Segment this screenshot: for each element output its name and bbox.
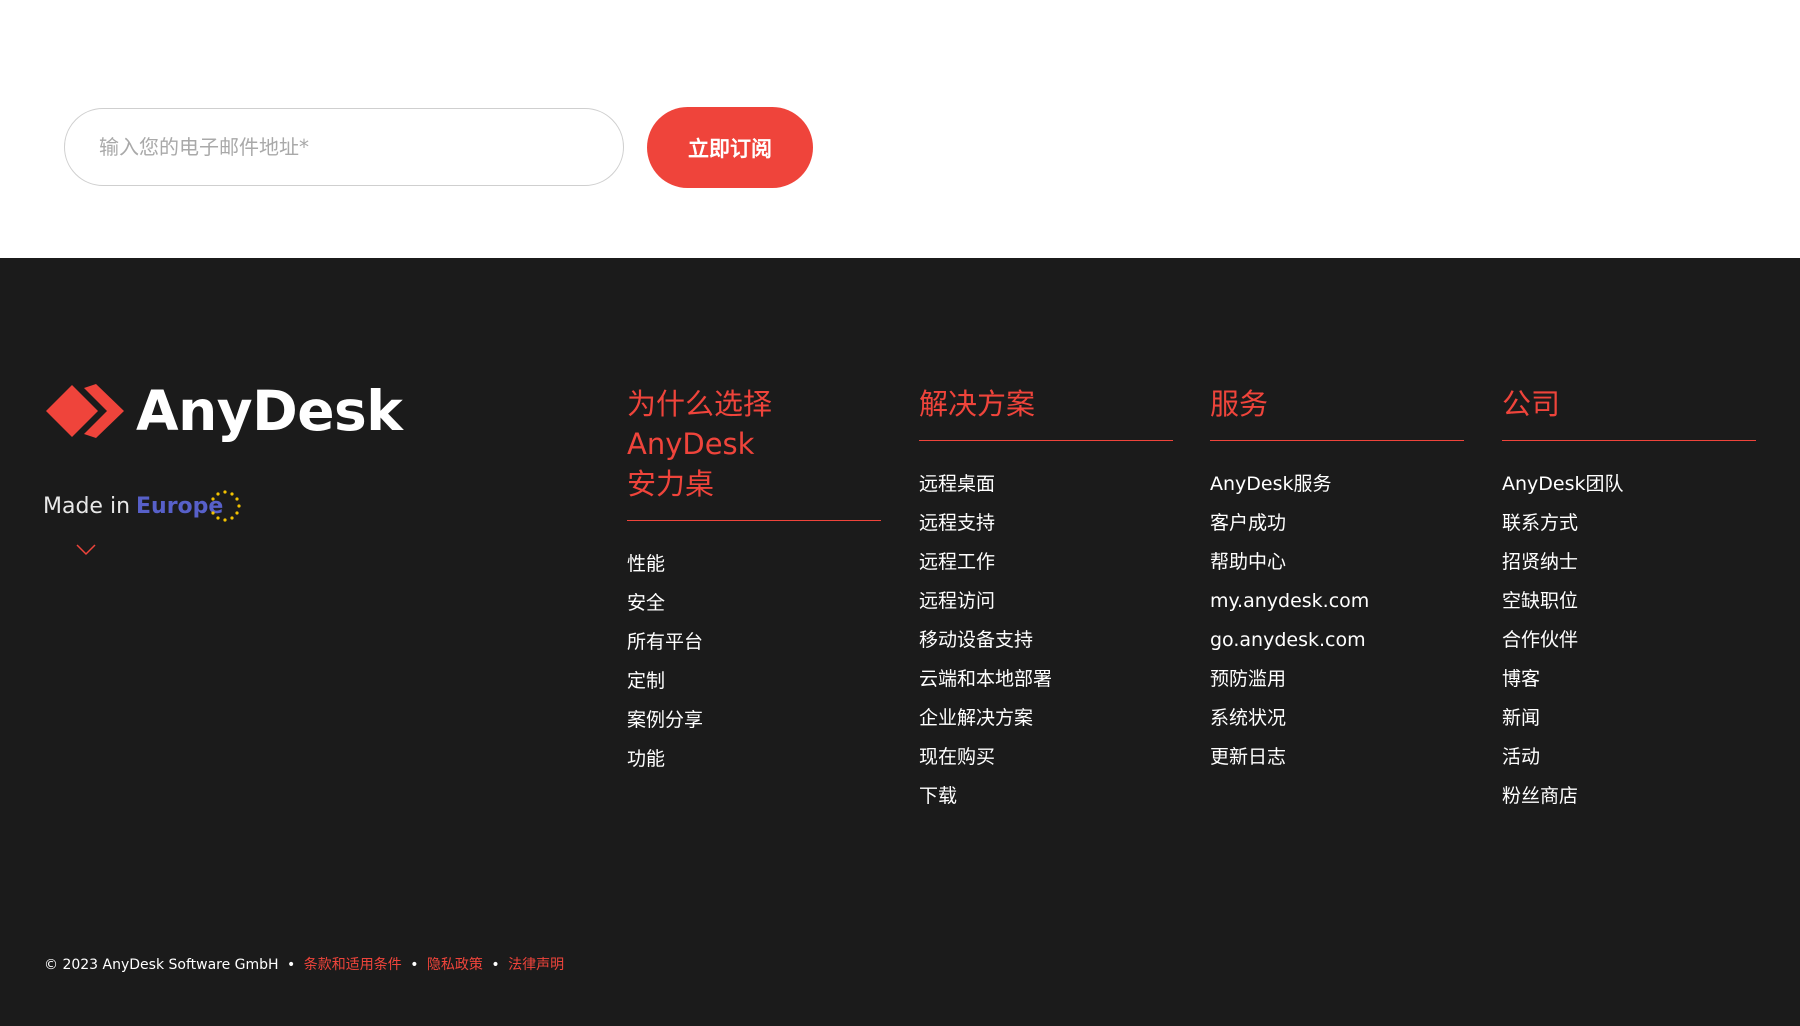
footer-column-services: 服务 AnyDesk服务 客户成功 帮助中心 my.anydesk.com go…	[1210, 384, 1464, 777]
footer-link[interactable]: 远程支持	[919, 504, 1173, 543]
footer-link[interactable]: 帮助中心	[1210, 543, 1464, 582]
footer-link[interactable]: 博客	[1502, 660, 1756, 699]
footer-link[interactable]: AnyDesk服务	[1210, 465, 1464, 504]
footer-link[interactable]: 远程访问	[919, 582, 1173, 621]
eu-stars-icon	[211, 490, 241, 522]
terms-link[interactable]: 条款和适用条件	[304, 957, 402, 973]
footer-link[interactable]: my.anydesk.com	[1210, 582, 1464, 621]
footer-column-why-anydesk: 为什么选择AnyDesk 安力桌 性能 安全 所有平台 定制 案例分享 功能	[627, 384, 881, 779]
anydesk-logo[interactable]: AnyDesk	[44, 379, 403, 443]
page: 立即订阅 AnyDesk Made in Europe	[0, 0, 1800, 1026]
footer-column-company: 公司 AnyDesk团队 联系方式 招贤纳士 空缺职位 合作伙伴 博客 新闻 活…	[1502, 384, 1756, 816]
anydesk-diamond-logo-icon	[46, 384, 124, 438]
column-link-list: 性能 安全 所有平台 定制 案例分享 功能	[627, 545, 881, 779]
legal-bar: © 2023 AnyDesk Software GmbH • 条款和适用条件 •…	[44, 954, 564, 974]
footer-link[interactable]: 客户成功	[1210, 504, 1464, 543]
bullet-separator: •	[410, 957, 419, 973]
footer-link[interactable]: 云端和本地部署	[919, 660, 1173, 699]
footer-link[interactable]: 系统状况	[1210, 699, 1464, 738]
logo-wordmark: AnyDesk	[136, 379, 403, 443]
footer-link[interactable]: 企业解决方案	[919, 699, 1173, 738]
column-title: 解决方案	[919, 384, 1173, 441]
footer-link[interactable]: 下载	[919, 777, 1173, 816]
footer-link[interactable]: AnyDesk团队	[1502, 465, 1756, 504]
footer-link[interactable]: 新闻	[1502, 699, 1756, 738]
footer-link[interactable]: 预防滥用	[1210, 660, 1464, 699]
footer-link[interactable]: 远程工作	[919, 543, 1173, 582]
column-title-line2: 安力桌	[627, 467, 715, 501]
column-link-list: AnyDesk团队 联系方式 招贤纳士 空缺职位 合作伙伴 博客 新闻 活动 粉…	[1502, 465, 1756, 816]
footer-link[interactable]: 招贤纳士	[1502, 543, 1756, 582]
made-in-europe-badge: Made in Europe	[43, 488, 243, 524]
footer-link[interactable]: 更新日志	[1210, 738, 1464, 777]
footer-link[interactable]: 合作伙伴	[1502, 621, 1756, 660]
footer-link[interactable]: 功能	[627, 740, 881, 779]
chevron-down-icon[interactable]	[76, 544, 96, 556]
privacy-policy-link[interactable]: 隐私政策	[427, 957, 483, 973]
footer-link[interactable]: 定制	[627, 662, 881, 701]
column-link-list: AnyDesk服务 客户成功 帮助中心 my.anydesk.com go.an…	[1210, 465, 1464, 777]
footer-link[interactable]: 粉丝商店	[1502, 777, 1756, 816]
column-title: 公司	[1502, 384, 1756, 441]
column-title: 为什么选择AnyDesk 安力桌	[627, 384, 881, 521]
footer-link[interactable]: 现在购买	[919, 738, 1173, 777]
footer-link[interactable]: 联系方式	[1502, 504, 1756, 543]
made-in-label: Made in	[43, 493, 131, 519]
footer-link[interactable]: 移动设备支持	[919, 621, 1173, 660]
footer-link[interactable]: 空缺职位	[1502, 582, 1756, 621]
legal-notice-link[interactable]: 法律声明	[508, 957, 564, 973]
email-input[interactable]	[64, 108, 624, 186]
newsletter-section: 立即订阅	[0, 0, 1800, 258]
footer-column-solutions: 解决方案 远程桌面 远程支持 远程工作 远程访问 移动设备支持 云端和本地部署 …	[919, 384, 1173, 816]
copyright-text: © 2023 AnyDesk Software GmbH	[44, 957, 279, 973]
footer-link[interactable]: go.anydesk.com	[1210, 621, 1464, 660]
footer-link[interactable]: 所有平台	[627, 623, 881, 662]
column-title: 服务	[1210, 384, 1464, 441]
footer-link[interactable]: 远程桌面	[919, 465, 1173, 504]
subscribe-button[interactable]: 立即订阅	[647, 107, 813, 188]
bullet-separator: •	[287, 957, 296, 973]
footer-link[interactable]: 安全	[627, 584, 881, 623]
footer-link[interactable]: 案例分享	[627, 701, 881, 740]
site-footer: AnyDesk Made in Europe 为什么选择AnyDesk 安力桌 …	[0, 258, 1800, 1026]
footer-link[interactable]: 性能	[627, 545, 881, 584]
column-link-list: 远程桌面 远程支持 远程工作 远程访问 移动设备支持 云端和本地部署 企业解决方…	[919, 465, 1173, 816]
footer-link[interactable]: 活动	[1502, 738, 1756, 777]
column-title-line1: 为什么选择AnyDesk	[627, 387, 773, 461]
bullet-separator: •	[491, 957, 500, 973]
